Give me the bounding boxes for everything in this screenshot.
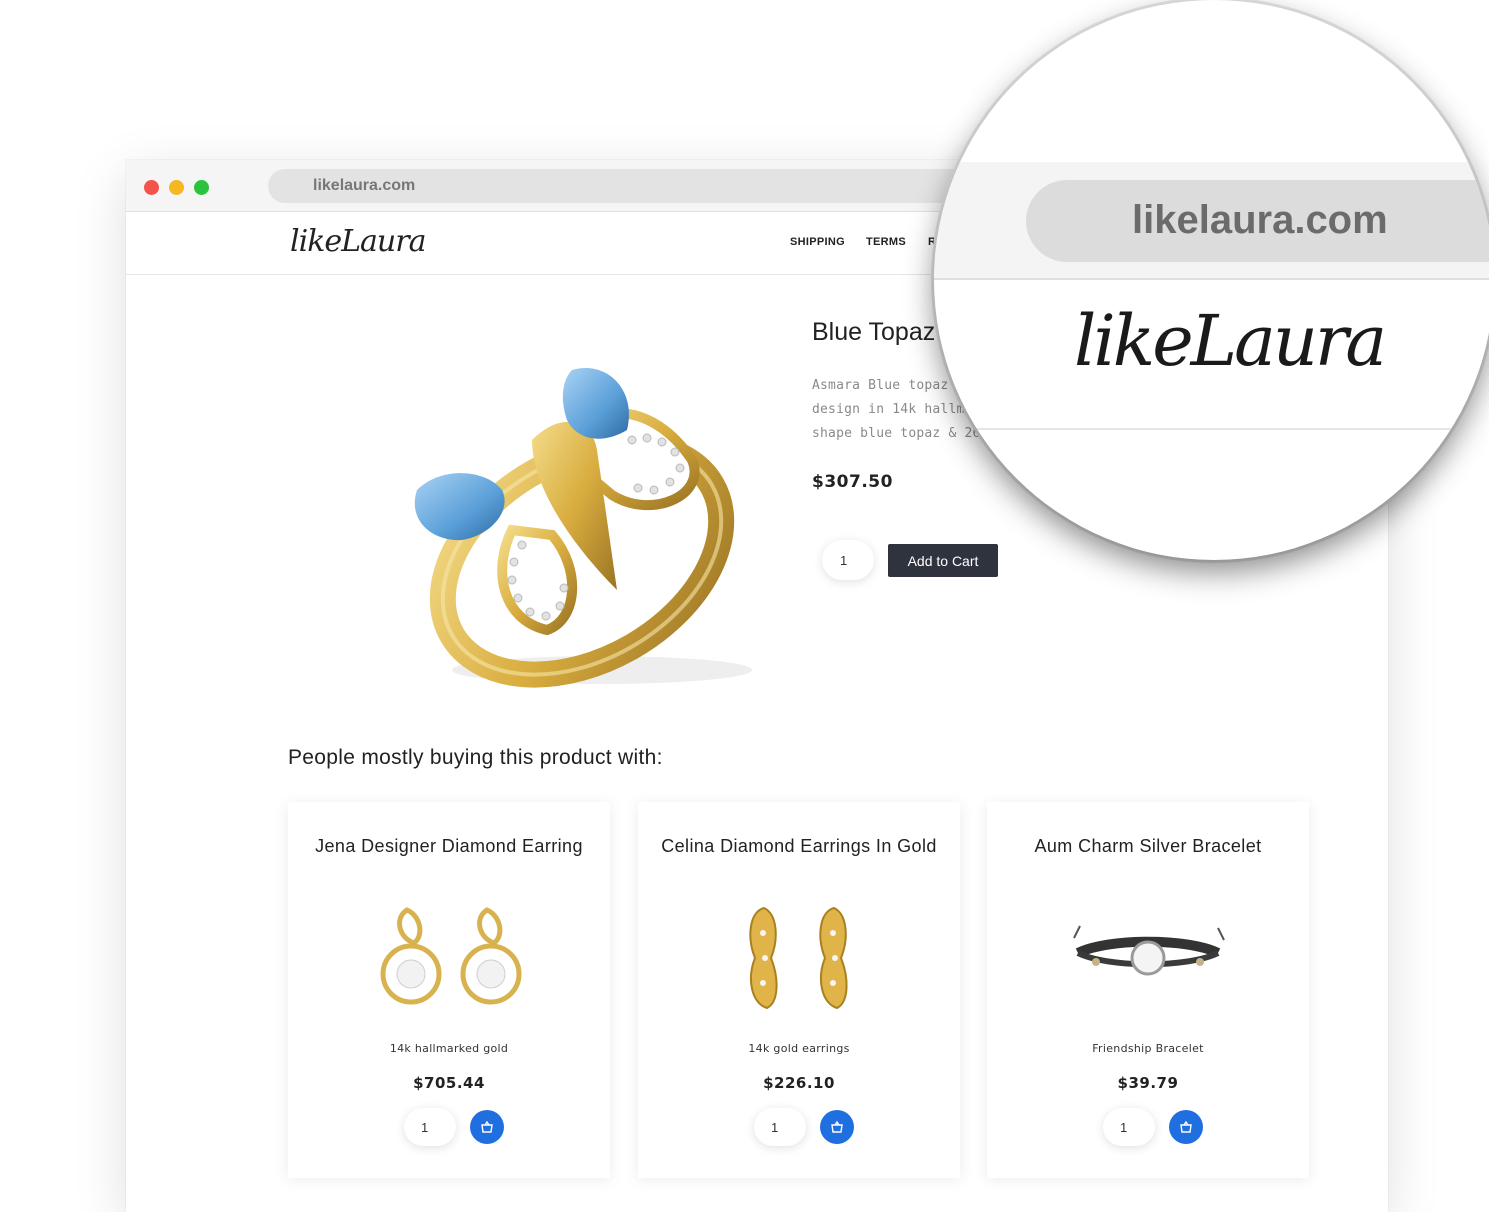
related-product-card: Aum Charm Silver Bracelet Friendship Bra… <box>987 802 1309 1178</box>
related-product-image[interactable] <box>1068 898 1228 1018</box>
nav-link-terms[interactable]: TERMS <box>866 236 906 248</box>
product-title: Blue Topaz <box>812 318 936 346</box>
related-product-card: Celina Diamond Earrings In Gold 14k gold… <box>638 802 960 1178</box>
related-product-price: $226.10 <box>763 1074 835 1092</box>
related-add-to-cart-button[interactable] <box>470 1110 504 1144</box>
related-products-heading: People mostly buying this product with: <box>288 746 663 769</box>
related-product-title[interactable]: Jena Designer Diamond Earring <box>288 836 610 857</box>
minimize-window-button[interactable] <box>169 180 184 195</box>
related-product-title[interactable]: Celina Diamond Earrings In Gold <box>638 836 960 857</box>
quantity-input[interactable]: 1 <box>822 540 874 580</box>
related-product-card: Jena Designer Diamond Earring 14k hallma… <box>288 802 610 1178</box>
basket-icon <box>831 1120 843 1133</box>
magnified-logo: likeLaura <box>1074 300 1387 382</box>
related-product-price: $705.44 <box>413 1074 485 1092</box>
nav-link-shipping[interactable]: SHIPPING <box>790 236 845 248</box>
related-product-price: $39.79 <box>1117 1074 1179 1092</box>
magnified-url: likelaura.com <box>1132 198 1388 242</box>
product-price: $307.50 <box>812 472 893 492</box>
magnifier-lens: likelaura.com likeLaura <box>934 0 1489 560</box>
related-quantity-input[interactable]: 1 <box>404 1108 456 1146</box>
magnified-divider <box>934 428 1489 430</box>
related-quantity-input[interactable]: 1 <box>1103 1108 1155 1146</box>
related-product-subtitle: 14k gold earrings <box>748 1042 850 1055</box>
basket-icon <box>481 1120 493 1133</box>
related-add-to-cart-button[interactable] <box>820 1110 854 1144</box>
address-bar-url: likelaura.com <box>313 177 416 194</box>
product-image <box>414 368 752 688</box>
related-quantity-input[interactable]: 1 <box>754 1108 806 1146</box>
add-to-cart-button[interactable]: Add to Cart <box>888 544 998 577</box>
related-product-image[interactable] <box>719 898 879 1018</box>
related-product-subtitle: Friendship Bracelet <box>1092 1042 1204 1055</box>
basket-icon <box>1180 1120 1192 1133</box>
related-product-subtitle: 14k hallmarked gold <box>389 1042 509 1055</box>
maximize-window-button[interactable] <box>194 180 209 195</box>
related-product-title[interactable]: Aum Charm Silver Bracelet <box>987 836 1309 857</box>
close-window-button[interactable] <box>144 180 159 195</box>
related-add-to-cart-button[interactable] <box>1169 1110 1203 1144</box>
related-product-image[interactable] <box>369 898 529 1018</box>
site-logo[interactable]: likeLaura <box>290 224 426 259</box>
